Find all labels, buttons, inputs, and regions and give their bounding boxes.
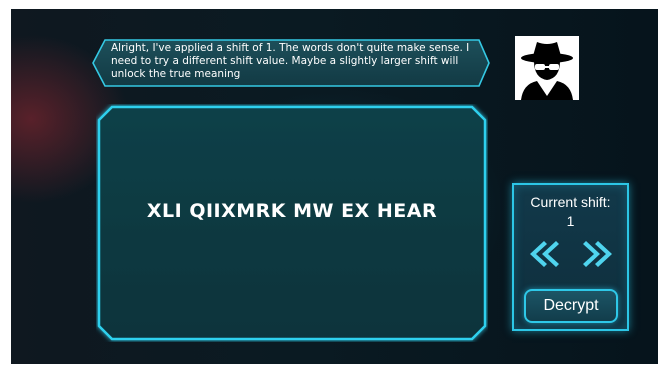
- shift-control-panel: Current shift: 1 Decrypt: [512, 183, 629, 331]
- increase-shift-button[interactable]: [582, 237, 616, 271]
- game-screen: Alright, I've applied a shift of 1. The …: [11, 9, 658, 364]
- current-shift-label: Current shift:: [530, 194, 611, 210]
- dialogue-bubble: Alright, I've applied a shift of 1. The …: [91, 39, 491, 87]
- cipher-panel: XLI QIIXMRK MW EX HEAR: [96, 104, 488, 342]
- dialogue-text: Alright, I've applied a shift of 1. The …: [111, 42, 470, 80]
- double-chevron-right-icon: [583, 241, 612, 267]
- spy-avatar: [515, 36, 579, 100]
- cipher-panel-frame: [97, 105, 487, 341]
- current-shift-value: 1: [566, 213, 575, 229]
- spy-icon: [521, 42, 573, 100]
- cipher-text: XLI QIIXMRK MW EX HEAR: [146, 200, 438, 222]
- double-chevron-left-icon: [530, 241, 559, 267]
- decrease-shift-button[interactable]: [526, 237, 560, 271]
- decrypt-button[interactable]: Decrypt: [524, 289, 618, 323]
